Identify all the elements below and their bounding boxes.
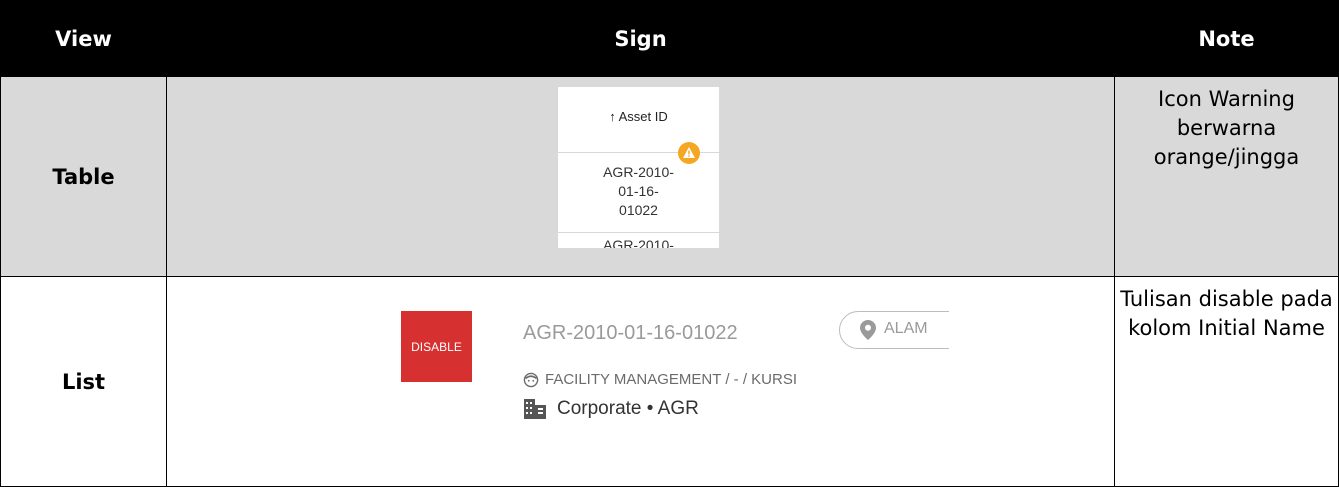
note-cell: Tulisan disable pada kolom Initial Name xyxy=(1114,276,1339,487)
row-table: Table ↑ Asset ID AGR-2010- 01-16- 01022 xyxy=(0,76,1339,277)
header-view: View xyxy=(0,0,167,77)
view-label: Table xyxy=(0,76,167,277)
warning-icon xyxy=(678,142,700,164)
org-line: Corporate • AGR xyxy=(523,398,699,420)
building-icon xyxy=(524,399,546,419)
note-cell: Icon Warning berwarna orange/jingga xyxy=(1114,76,1339,277)
category-text: FACILITY MANAGEMENT / - / KURSI xyxy=(545,371,797,388)
header-row: View Sign Note xyxy=(0,0,1339,77)
sign-cell: DISABLE AGR-2010-01-16-01022 ALAM FACILI… xyxy=(166,276,1115,487)
face-icon xyxy=(523,372,539,387)
asset-id-line: AGR-2010- xyxy=(603,164,674,180)
asset-id-line: 01-16- xyxy=(618,183,659,199)
asset-id-line: 01022 xyxy=(619,202,658,218)
table-sample-screenshot: ↑ Asset ID AGR-2010- 01-16- 01022 AGR-20… xyxy=(558,87,719,248)
location-text: ALAM xyxy=(884,320,928,337)
sign-cell: ↑ Asset ID AGR-2010- 01-16- 01022 AGR-20… xyxy=(166,76,1115,277)
asset-id-cell: AGR-2010- 01-16- 01022 xyxy=(558,163,719,220)
header-sign: Sign xyxy=(166,0,1115,77)
asset-id-text: AGR-2010-01-16-01022 xyxy=(523,322,738,344)
location-pin-icon xyxy=(860,320,876,340)
header-note: Note xyxy=(1114,0,1339,77)
category-line: FACILITY MANAGEMENT / - / KURSI xyxy=(523,371,797,388)
column-header-asset-id: ↑ Asset ID xyxy=(609,109,668,124)
location-chip: ALAM xyxy=(839,311,949,349)
sign-reference-table: View Sign Note Table ↑ Asset ID AGR-2010… xyxy=(0,0,1339,487)
org-text: Corporate • AGR xyxy=(557,398,699,419)
document-page: View Sign Note Table ↑ Asset ID AGR-2010… xyxy=(0,0,1339,487)
row-list: List DISABLE AGR-2010-01-16-01022 ALAM F… xyxy=(0,276,1339,487)
view-label: List xyxy=(0,276,167,487)
next-row-partial: AGR-2010- xyxy=(603,237,674,248)
disable-badge: DISABLE xyxy=(401,311,472,382)
row-divider xyxy=(558,232,719,233)
list-sample-screenshot: DISABLE AGR-2010-01-16-01022 ALAM FACILI… xyxy=(339,277,949,478)
